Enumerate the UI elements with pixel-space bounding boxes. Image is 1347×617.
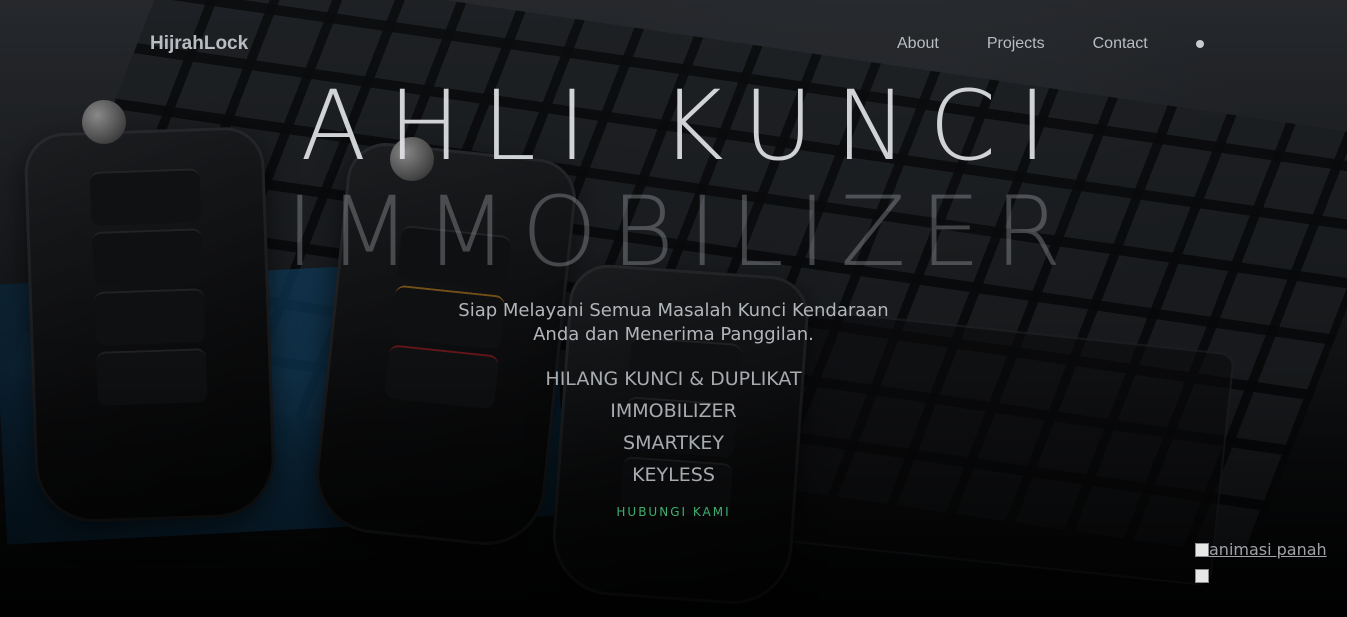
- headline-primary: AHLI KUNCI: [300, 70, 1069, 182]
- subtitle-line: Anda dan Menerima Panggilan.: [533, 324, 814, 345]
- subtitle-line: Siap Melayani Semua Masalah Kunci Kendar…: [458, 300, 889, 321]
- brand-logo[interactable]: HijrahLock: [150, 33, 248, 55]
- dot-icon[interactable]: [1196, 40, 1204, 48]
- contact-us-button[interactable]: HUBUNGI KAMI: [616, 505, 730, 519]
- service-item: SMARTKEY: [623, 432, 724, 454]
- service-item: IMMOBILIZER: [610, 400, 737, 422]
- service-item: KEYLESS: [632, 464, 715, 486]
- nav-link-contact[interactable]: Contact: [1093, 35, 1148, 53]
- hero-subtitle: Siap Melayani Semua Masalah Kunci Kendar…: [0, 299, 1347, 347]
- arrow-image-alt: animasi panah: [1209, 540, 1327, 559]
- headline-secondary: IMMOBILIZER: [285, 176, 1076, 288]
- nav-link-about[interactable]: About: [897, 35, 939, 53]
- nav-link-projects[interactable]: Projects: [987, 35, 1045, 53]
- broken-image-icon: [1195, 543, 1209, 557]
- top-nav: About Projects Contact: [897, 35, 1148, 53]
- service-item: HILANG KUNCI & DUPLIKAT: [545, 368, 802, 390]
- cta-container: HUBUNGI KAMI: [0, 501, 1347, 520]
- services-list: HILANG KUNCI & DUPLIKAT IMMOBILIZER SMAR…: [0, 363, 1347, 491]
- arrow-animation-link[interactable]: animasi panah: [1195, 540, 1327, 559]
- broken-image-icon: [1195, 569, 1209, 583]
